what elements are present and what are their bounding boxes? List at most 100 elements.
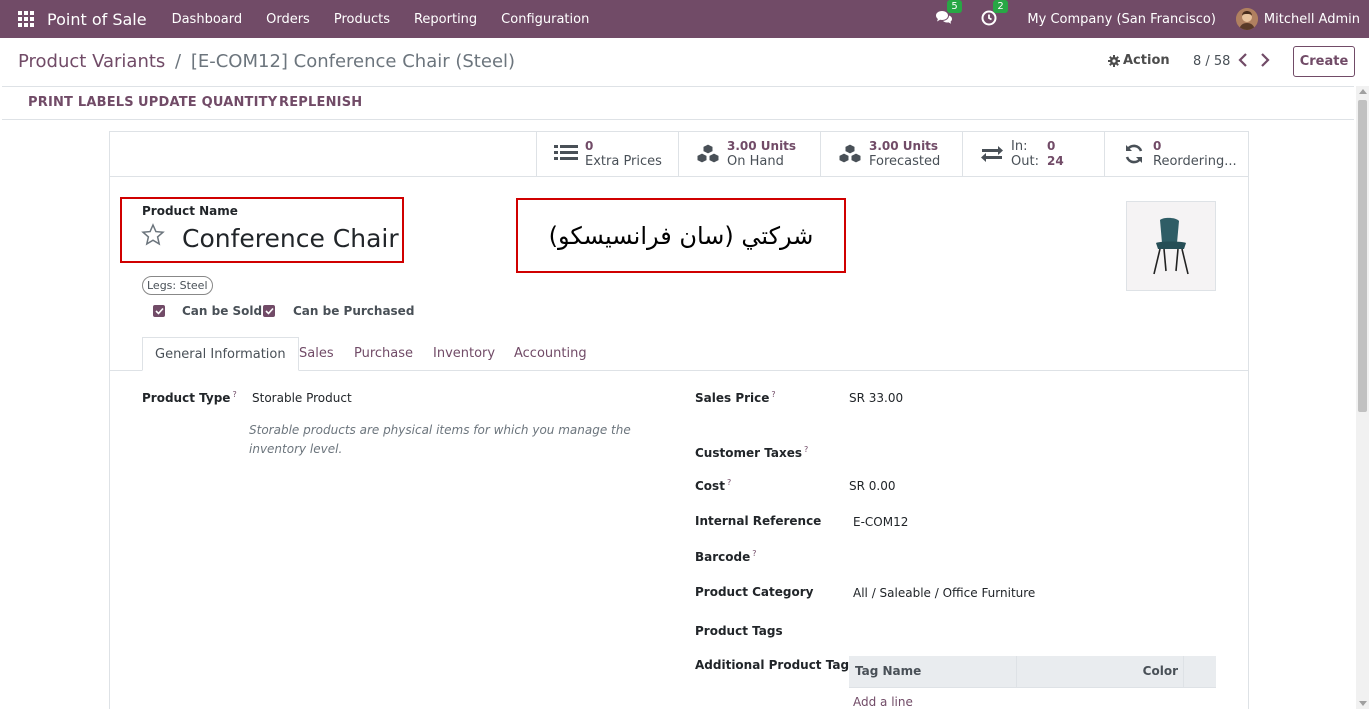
column-tag-name[interactable]: Tag Name xyxy=(855,664,921,678)
check-icon xyxy=(264,307,274,315)
in-label: In: xyxy=(1011,139,1028,154)
can-be-purchased-checkbox[interactable] xyxy=(263,305,275,317)
pager-previous-button[interactable] xyxy=(1238,53,1248,71)
tab-general-information[interactable]: General Information xyxy=(142,337,299,371)
cost-field[interactable]: SR 0.00 xyxy=(849,479,896,493)
action-label: Action xyxy=(1123,53,1170,68)
product-name-label: Product Name xyxy=(142,204,238,218)
activities-count-badge: 2 xyxy=(993,0,1008,13)
tab-inventory[interactable]: Inventory xyxy=(421,337,507,371)
product-type-label: Product Type? xyxy=(142,390,237,405)
app-name[interactable]: Point of Sale xyxy=(47,10,147,29)
forecasted-button[interactable]: 3.00 Units Forecasted xyxy=(820,132,962,176)
additional-tags-table-header: Tag Name Color xyxy=(849,656,1216,688)
menu-products[interactable]: Products xyxy=(334,12,390,27)
internal-reference-label: Internal Reference xyxy=(695,514,822,528)
update-quantity-button[interactable]: UPDATE QUANTITY xyxy=(138,95,277,110)
help-tooltip-icon[interactable]: ? xyxy=(232,390,236,399)
help-tooltip-icon[interactable]: ? xyxy=(727,478,731,487)
can-be-sold-checkbox[interactable] xyxy=(153,305,165,317)
sales-price-field[interactable]: SR 33.00 xyxy=(849,391,903,405)
page-scrollbar[interactable] xyxy=(1356,86,1369,709)
cost-label: Cost? xyxy=(695,478,732,493)
company-switcher[interactable]: My Company (San Francisco) xyxy=(1027,12,1215,27)
activities-button[interactable]: 2 xyxy=(981,0,1008,28)
scroll-thumb[interactable] xyxy=(1358,100,1367,412)
refresh-icon xyxy=(1121,142,1147,166)
can-be-sold-label: Can be Sold xyxy=(182,304,263,318)
list-icon xyxy=(553,142,579,166)
create-button[interactable]: Create xyxy=(1293,46,1355,77)
gear-icon xyxy=(1108,54,1120,67)
product-tags-label: Product Tags xyxy=(695,624,783,638)
breadcrumb: Product Variants / [E-COM12] Conference … xyxy=(18,51,515,72)
reordering-label: Reordering... xyxy=(1153,154,1237,169)
out-label: Out: xyxy=(1011,154,1039,169)
arabic-company-text: شركتي (سان فرانسيسكو) xyxy=(548,222,814,250)
tab-purchase[interactable]: Purchase xyxy=(342,337,425,371)
cubes-icon xyxy=(695,142,721,166)
on-hand-button[interactable]: 3.00 Units On Hand xyxy=(678,132,820,176)
top-navbar: Point of Sale Dashboard Orders Products … xyxy=(0,0,1369,38)
user-menu[interactable]: Mitchell Admin xyxy=(1264,12,1360,27)
pager-next-button[interactable] xyxy=(1260,53,1270,71)
check-icon xyxy=(154,307,164,315)
help-tooltip-icon[interactable]: ? xyxy=(804,445,808,454)
chevron-right-icon xyxy=(1261,53,1270,67)
main-menu: Dashboard Orders Products Reporting Conf… xyxy=(172,12,614,27)
user-avatar[interactable] xyxy=(1235,8,1258,30)
breadcrumb-current: [E-COM12] Conference Chair (Steel) xyxy=(190,51,516,72)
sales-price-label: Sales Price? xyxy=(695,390,776,405)
tab-sales[interactable]: Sales xyxy=(287,337,346,371)
menu-configuration[interactable]: Configuration xyxy=(501,12,589,27)
attribute-chip: Legs: Steel xyxy=(142,276,213,295)
help-tooltip-icon[interactable]: ? xyxy=(752,549,756,558)
forecasted-label: Forecasted xyxy=(869,154,941,169)
product-image[interactable] xyxy=(1126,201,1216,291)
add-a-line-link[interactable]: Add a line xyxy=(853,695,913,709)
product-category-field[interactable]: All / Saleable / Office Furniture xyxy=(853,586,1035,600)
breadcrumb-parent[interactable]: Product Variants xyxy=(18,51,165,72)
form-sheet: 0 Extra Prices 3.00 Units On Hand 3.00 U… xyxy=(109,131,1249,709)
internal-reference-field[interactable]: E-COM12 xyxy=(853,515,908,529)
arabic-highlight-box: شركتي (سان فرانسيسكو) xyxy=(516,198,846,273)
menu-reporting[interactable]: Reporting xyxy=(414,12,477,27)
replenish-button[interactable]: REPLENISH xyxy=(279,95,362,110)
pager-value[interactable]: 8 / 58 xyxy=(1193,54,1230,69)
customer-taxes-label: Customer Taxes? xyxy=(695,445,809,460)
extra-prices-button[interactable]: 0 Extra Prices xyxy=(536,132,678,176)
in-out-button[interactable]: In: 0 Out: 24 xyxy=(962,132,1104,176)
reordering-button[interactable]: 0 Reordering... xyxy=(1104,132,1248,176)
menu-dashboard[interactable]: Dashboard xyxy=(172,12,243,27)
menu-orders[interactable]: Orders xyxy=(266,12,310,27)
help-tooltip-icon[interactable]: ? xyxy=(771,390,775,399)
scroll-up-arrow-icon[interactable] xyxy=(1359,89,1367,94)
tab-accounting[interactable]: Accounting xyxy=(502,337,599,371)
out-value: 24 xyxy=(1047,154,1064,168)
cubes-icon xyxy=(837,142,863,166)
on-hand-label: On Hand xyxy=(727,154,784,169)
reordering-value: 0 xyxy=(1153,139,1162,153)
apps-menu-icon[interactable] xyxy=(18,11,34,27)
extra-prices-label: Extra Prices xyxy=(585,154,662,169)
action-menu-button[interactable]: Action xyxy=(1108,53,1170,68)
column-divider xyxy=(1183,656,1184,688)
chevron-left-icon xyxy=(1238,53,1247,67)
print-labels-button[interactable]: PRINT LABELS xyxy=(28,95,134,110)
column-divider xyxy=(1016,656,1017,688)
can-be-purchased-label: Can be Purchased xyxy=(293,304,415,318)
messages-button[interactable]: 5 xyxy=(935,0,962,28)
forecasted-value: 3.00 Units xyxy=(869,139,939,153)
product-type-select[interactable]: Storable Product xyxy=(252,391,352,405)
scroll-down-arrow-icon[interactable] xyxy=(1359,701,1367,706)
favorite-star-icon[interactable] xyxy=(141,223,165,251)
extra-prices-value: 0 xyxy=(585,139,594,153)
form-statusbar: PRINT LABELS UPDATE QUANTITY REPLENISH xyxy=(2,86,1354,120)
smart-buttons-bar: 0 Extra Prices 3.00 Units On Hand 3.00 U… xyxy=(110,132,1248,177)
barcode-label: Barcode? xyxy=(695,549,757,564)
product-type-help: Storable products are physical items for… xyxy=(249,423,631,456)
product-name-field[interactable]: Conference Chair xyxy=(182,224,399,253)
column-color[interactable]: Color xyxy=(1143,664,1178,678)
control-panel: Product Variants / [E-COM12] Conference … xyxy=(2,38,1367,86)
exchange-icon xyxy=(979,142,1005,166)
